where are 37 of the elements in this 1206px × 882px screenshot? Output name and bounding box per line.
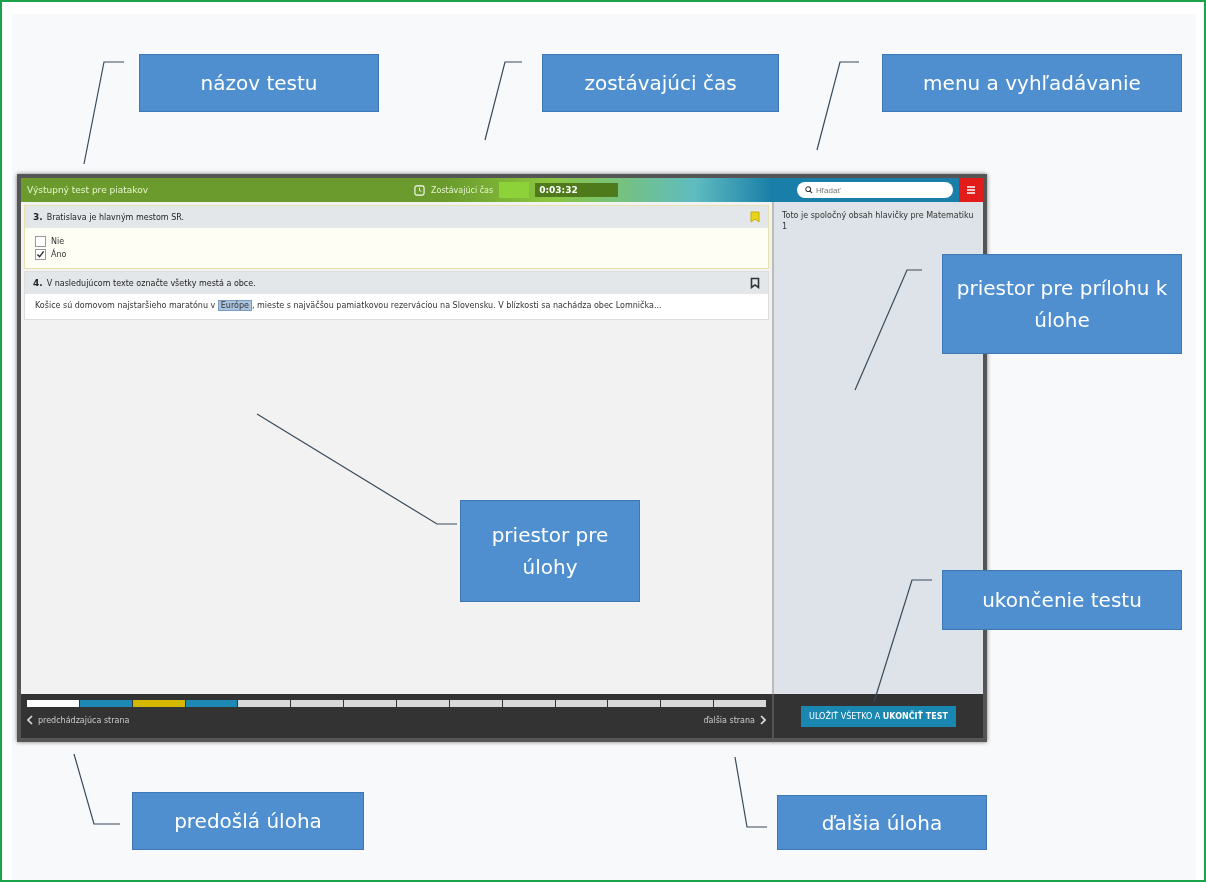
question-text: V nasledujúcom texte označte všetky mestá a obce. [46, 278, 256, 288]
chevron-right-icon[interactable] [760, 715, 766, 725]
leader-line [73, 753, 121, 825]
callout-label: menu a vyhľadávanie [882, 54, 1182, 112]
callout-label: názov testu [139, 54, 379, 112]
timer-label: Zostávajúci čas [431, 185, 494, 195]
leader-line [734, 756, 768, 828]
menu-icon [966, 185, 976, 195]
callout-label: ukončenie testu [942, 570, 1182, 630]
finish-test-button[interactable]: ULOŽIŤ VŠETKO A UKONČIŤ TEST [801, 705, 956, 727]
search-field[interactable]: Hľadať [797, 182, 953, 198]
callout-label: priestor pre prílohu k úlohe [942, 254, 1182, 354]
timer-bar [499, 182, 530, 198]
option-label: Áno [51, 250, 67, 259]
checkbox[interactable] [35, 236, 46, 247]
callout-label: priestor pre úlohy [460, 500, 640, 602]
callout-label: ďalšia úloha [777, 795, 987, 850]
progress-segment[interactable] [555, 700, 608, 707]
question-number: 4. [33, 278, 43, 288]
search-icon [805, 186, 813, 194]
question-text: Bratislava je hlavným mestom SR. [46, 212, 185, 222]
search-input[interactable]: Hľadať [816, 185, 936, 195]
menu-button[interactable] [959, 178, 983, 202]
callout-label: zostávajúci čas [542, 54, 779, 112]
option-label: Nie [51, 237, 65, 246]
test-title: Výstupný test pre piatakov [27, 185, 149, 195]
previous-page-link[interactable]: predchádzajúca strana [38, 715, 130, 725]
chevron-left-icon[interactable] [27, 715, 33, 725]
next-page-link[interactable]: ďalšia strana [703, 715, 755, 725]
checkbox[interactable] [35, 249, 46, 260]
bookmark-icon[interactable] [750, 277, 760, 289]
passage-text: Košice sú domovom najstaršieho maratónu v Európe , mieste s najväčšou pamiatkovou rezerváciou na Slovensku. V blízkosti sa nachádza obec Lomnička... [35, 300, 663, 313]
clock-icon [414, 184, 426, 196]
panel-text: Toto je spoločný obsah hlavičky pre Matematiku 1 [782, 210, 975, 233]
question-number: 3. [33, 212, 43, 222]
timer-value: 0:03:32 [535, 183, 618, 197]
callout-label: predošlá úloha [132, 792, 364, 850]
